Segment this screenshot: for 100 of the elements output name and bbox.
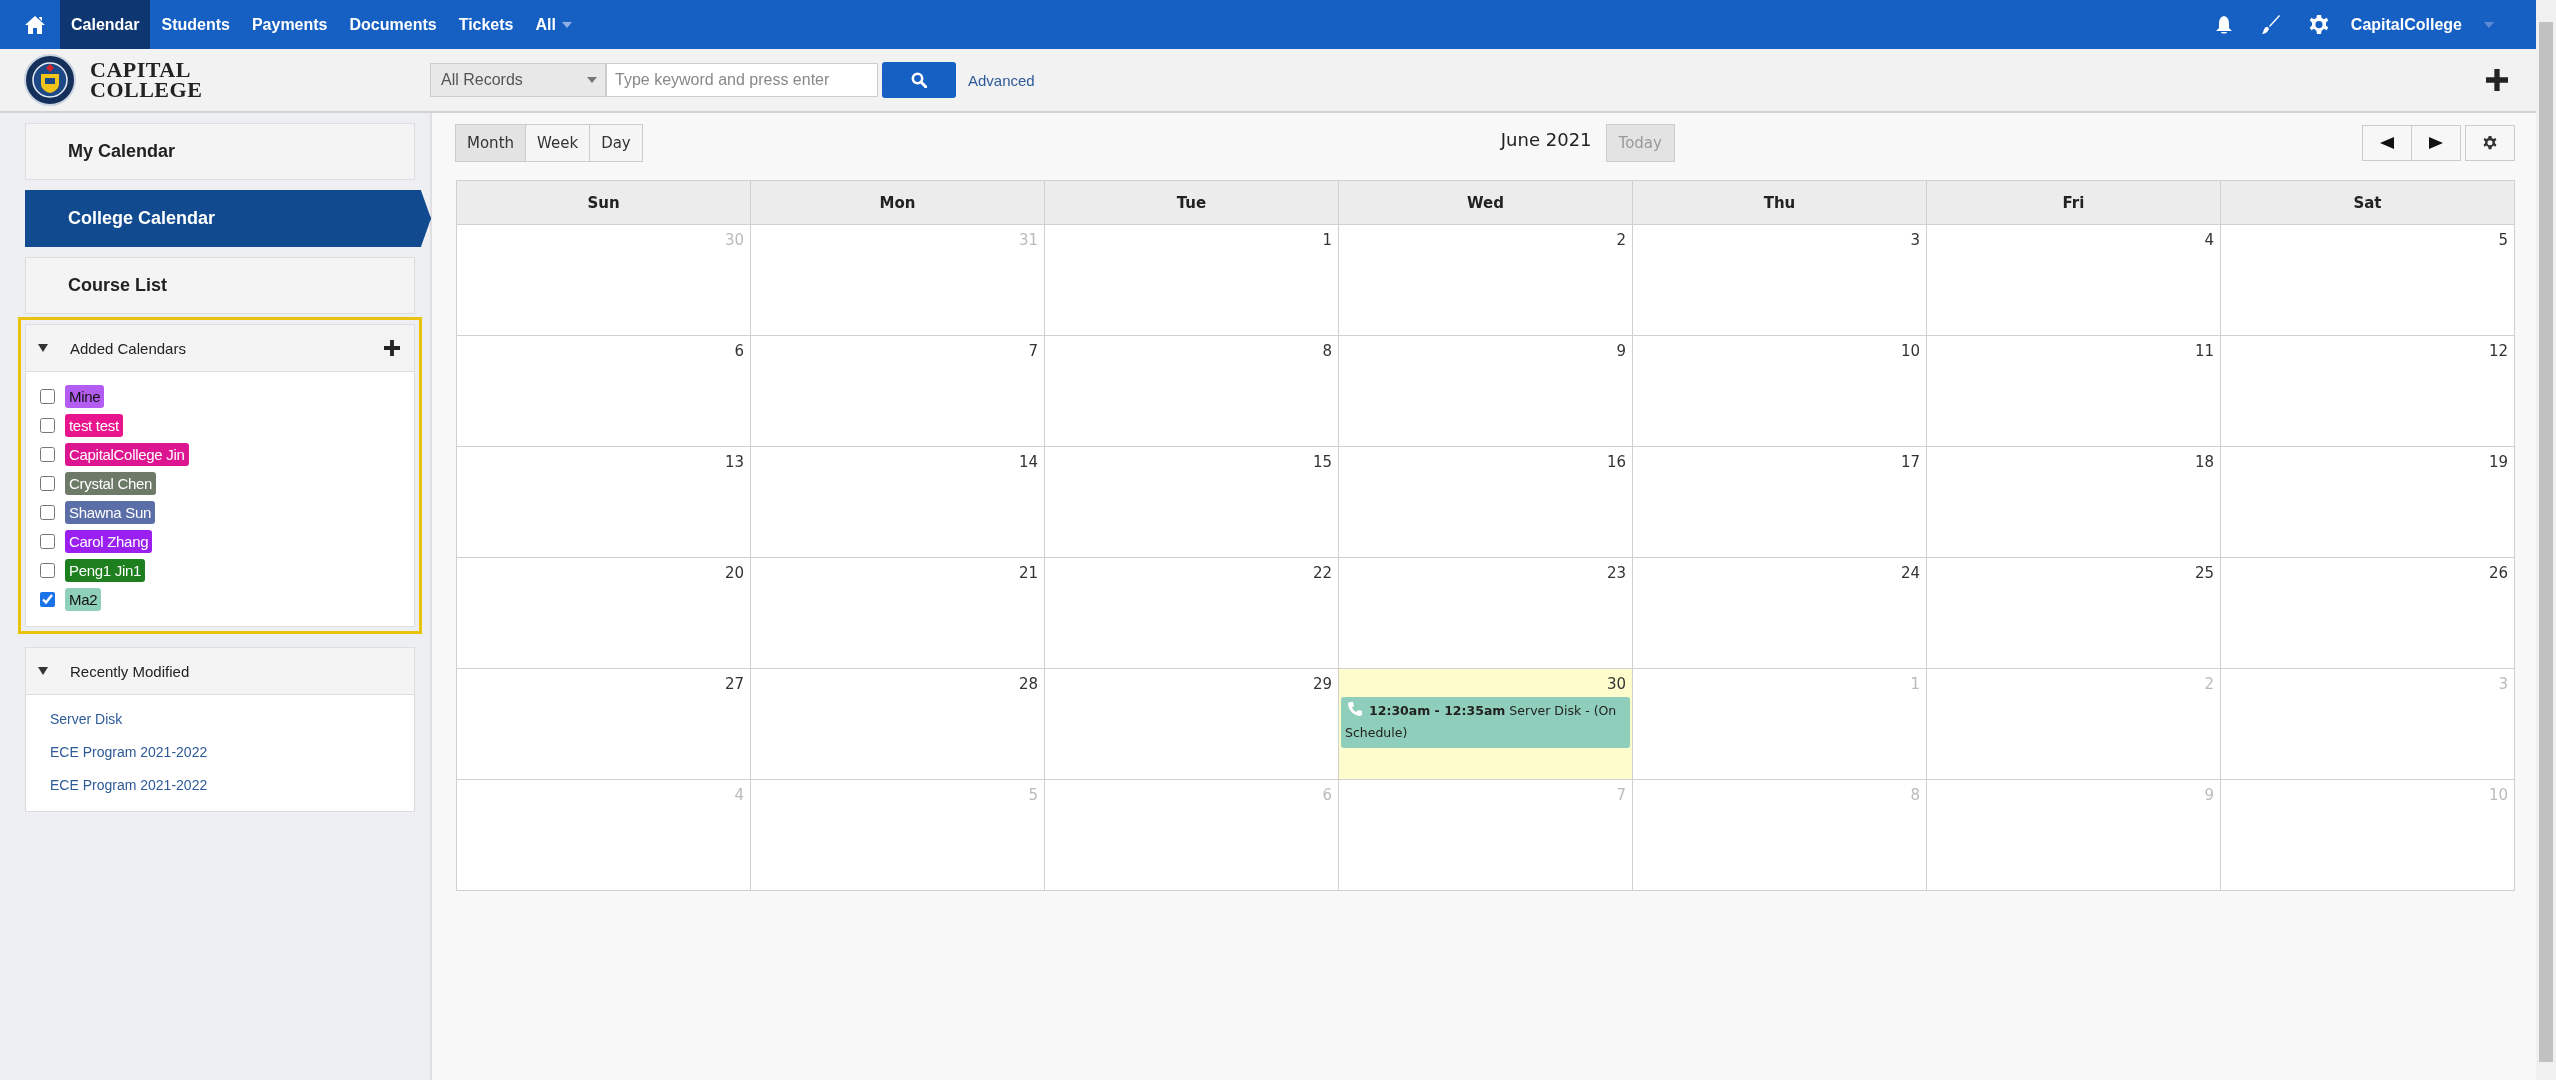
college-logo: [24, 54, 76, 106]
checkbox[interactable]: [40, 418, 55, 433]
day-number: 14: [1017, 452, 1039, 471]
recent-link[interactable]: ECE Program 2021-2022: [50, 744, 414, 760]
nav-tab[interactable]: Calendar: [60, 0, 151, 49]
add-icon[interactable]: [2486, 69, 2508, 91]
day-number: 21: [1017, 563, 1039, 582]
scope-dropdown[interactable]: All Records: [430, 63, 606, 97]
brush-icon[interactable]: [2260, 14, 2281, 35]
advanced-link[interactable]: Advanced: [968, 71, 1035, 89]
phone-icon: [1347, 701, 1363, 717]
day-number: 28: [1017, 674, 1039, 693]
calendar-tag: CapitalCollege Jin: [65, 443, 189, 466]
search-field[interactable]: Type keyword and press enter: [606, 63, 878, 97]
day-number: 29: [1311, 674, 1333, 693]
recent-link[interactable]: Server Disk: [50, 711, 414, 727]
day-number: 7: [1027, 341, 1039, 360]
user-menu[interactable]: CapitalCollege: [2350, 15, 2508, 34]
weekday-header: Thu: [1632, 180, 1927, 225]
collapse-icon[interactable]: [38, 667, 48, 675]
calendar-tag: Crystal Chen: [65, 472, 157, 495]
settings-icon: [2483, 136, 2497, 150]
checkbox[interactable]: [40, 592, 55, 607]
weekday-header: Sat: [2220, 180, 2515, 225]
settings-icon[interactable]: [2308, 14, 2329, 35]
day-number: 9: [1615, 341, 1627, 360]
day-number: 17: [1899, 452, 1921, 471]
day-number: 26: [2487, 563, 2509, 582]
day-number: 3: [2497, 674, 2509, 693]
next-icon: [2429, 137, 2443, 149]
recent-link[interactable]: ECE Program 2021-2022: [50, 777, 414, 793]
month-title: June 2021: [1500, 128, 1592, 150]
day-number: 25: [2193, 563, 2215, 582]
day-number: 23: [1605, 563, 1627, 582]
day-number: 10: [1899, 341, 1921, 360]
panel-title: Recently Modified: [70, 662, 191, 680]
nav-menu[interactable]: All: [524, 0, 583, 49]
day-number: 13: [723, 452, 745, 471]
day-number: 9: [2203, 785, 2215, 804]
search-icon: [911, 72, 927, 88]
day-number: 2: [2203, 674, 2215, 693]
day-number: 8: [1321, 341, 1333, 360]
checkbox[interactable]: [40, 389, 55, 404]
nav-tab[interactable]: Payments: [240, 0, 339, 49]
sidebar-item[interactable]: My Calendar: [25, 123, 415, 180]
day-number: 3: [1909, 230, 1921, 249]
day-number: 20: [723, 563, 745, 582]
nav-tab[interactable]: Tickets: [447, 0, 525, 49]
collapse-icon[interactable]: [38, 344, 48, 352]
day-number: 4: [733, 785, 745, 804]
calendar-tag: Peng1 Jin1: [65, 559, 146, 582]
day-number: 24: [1899, 563, 1921, 582]
view-tab[interactable]: Day: [589, 124, 643, 162]
previous-button[interactable]: [2362, 125, 2412, 161]
day-number: 7: [1615, 785, 1627, 804]
caret-icon: [561, 21, 572, 28]
day-number: 27: [723, 674, 745, 693]
calendar-event[interactable]: 12:30am - 12:35am Server Disk - (On Schedule): [1341, 697, 1630, 748]
checkbox[interactable]: [40, 476, 55, 491]
day-number: 12: [2487, 341, 2509, 360]
sidebar-item[interactable]: College Calendar: [25, 190, 431, 247]
checkbox[interactable]: [40, 447, 55, 462]
day-number: 30: [1605, 674, 1627, 693]
caret-icon: [2484, 21, 2494, 28]
bell-icon[interactable]: [2214, 14, 2233, 35]
day-number: 10: [2487, 785, 2509, 804]
checkbox[interactable]: [40, 563, 55, 578]
day-number: 4: [2203, 230, 2215, 249]
calendar-tag: Carol Zhang: [65, 530, 153, 553]
home-icon[interactable]: [24, 14, 46, 35]
scrollbar[interactable]: [2539, 22, 2553, 1062]
nav-tab[interactable]: Students: [150, 0, 241, 49]
day-number: 1: [1909, 674, 1921, 693]
view-tab[interactable]: Month: [455, 124, 526, 162]
day-number: 6: [1321, 785, 1333, 804]
day-number: 2: [1615, 230, 1627, 249]
day-number: 15: [1311, 452, 1333, 471]
checkbox[interactable]: [40, 534, 55, 549]
day-number: 31: [1017, 230, 1039, 249]
logo-text: CAPITAL: [90, 60, 192, 80]
next-button[interactable]: [2411, 125, 2461, 161]
day-number: 16: [1605, 452, 1627, 471]
calendar-tag: Ma2: [65, 588, 102, 611]
caret-icon: [587, 77, 597, 83]
logo-text: COLLEGE: [90, 80, 203, 100]
add-icon[interactable]: [384, 340, 400, 356]
weekday-header: Tue: [1044, 180, 1339, 225]
checkbox[interactable]: [40, 505, 55, 520]
day-number: 11: [2193, 341, 2215, 360]
search-button[interactable]: [882, 62, 956, 98]
sidebar-item[interactable]: Course List: [25, 257, 415, 314]
day-number: 5: [1027, 785, 1039, 804]
view-tab[interactable]: Week: [525, 124, 591, 162]
day-number: 8: [1909, 785, 1921, 804]
nav-tab[interactable]: Documents: [338, 0, 448, 49]
weekday-header: Wed: [1338, 180, 1633, 225]
day-number: 18: [2193, 452, 2215, 471]
calendar-tag: Shawna Sun: [65, 501, 156, 524]
day-number: 30: [723, 230, 745, 249]
settings-button[interactable]: [2465, 125, 2515, 161]
